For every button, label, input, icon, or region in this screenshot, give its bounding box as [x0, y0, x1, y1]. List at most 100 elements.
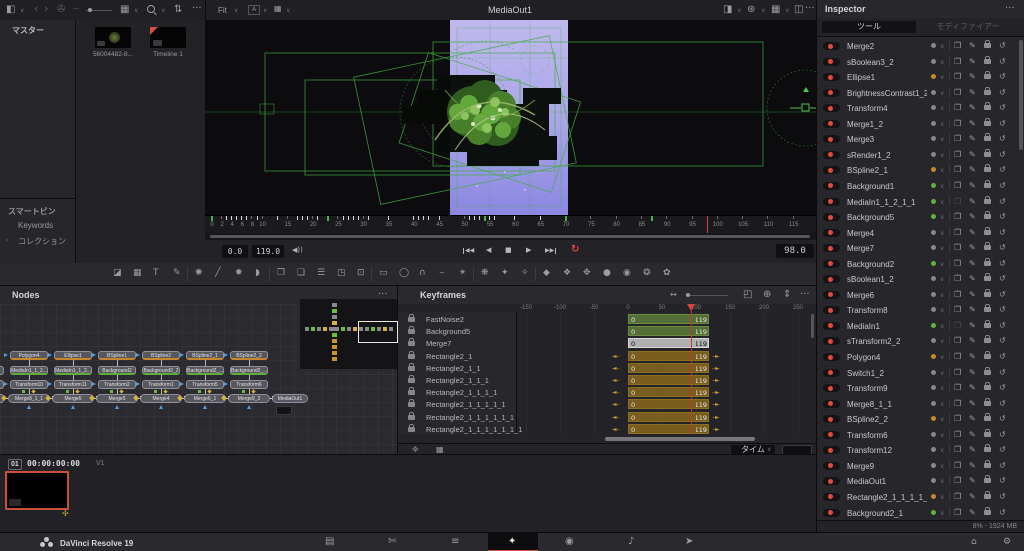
kf-track-bar[interactable]: 0119: [628, 314, 709, 324]
tool-name[interactable]: sTransform2_2: [847, 337, 901, 346]
inspector-row[interactable]: BrightnessContrast1_2∨❐✎↺: [817, 85, 1019, 101]
tool-name[interactable]: Transform6: [847, 431, 888, 440]
chevron-down-icon[interactable]: ∨: [940, 200, 944, 206]
tool-enable-toggle[interactable]: [823, 322, 840, 330]
pin-icon[interactable]: ✎: [969, 73, 976, 81]
paint-tool-icon[interactable]: ✎: [173, 269, 181, 278]
chevron-down-icon[interactable]: ∨: [940, 137, 944, 143]
tool-enable-toggle[interactable]: [823, 166, 840, 174]
collapse-arrow-icon[interactable]: ›: [6, 238, 8, 244]
copy-settings-icon[interactable]: ❐: [954, 213, 961, 221]
tool-name[interactable]: Ellipse1: [847, 73, 875, 82]
inspector-row[interactable]: BSpline2_2∨❐✎↺: [817, 411, 1019, 427]
kf-playhead-line[interactable]: [691, 308, 692, 434]
lock-icon[interactable]: [408, 354, 415, 359]
pspawn-tool-icon[interactable]: ✧: [521, 269, 529, 278]
render-end-field[interactable]: 119.0: [252, 245, 284, 258]
pin-icon[interactable]: ✎: [969, 135, 976, 143]
node-source[interactable]: Background2_2: [142, 366, 180, 375]
tool-enable-toggle[interactable]: [823, 446, 840, 454]
mask-tool-icon[interactable]: ✺: [195, 269, 203, 278]
i3d-tool-icon[interactable]: ❖: [563, 269, 571, 278]
reset-icon[interactable]: ↺: [999, 291, 1006, 299]
lock-icon[interactable]: [984, 354, 991, 359]
sp3d-tool-icon[interactable]: ✿: [663, 269, 671, 278]
go-to-first-frame-button[interactable]: ◀◀: [463, 248, 474, 254]
page-fusion-icon[interactable]: ✦: [508, 537, 516, 547]
chevron-down-icon[interactable]: ∨: [940, 495, 944, 501]
kf-fit-icon[interactable]: ↔: [670, 291, 677, 299]
reset-icon[interactable]: ↺: [999, 73, 1006, 81]
lock-icon[interactable]: [984, 292, 991, 297]
inspector-row[interactable]: Merge3∨❐✎↺: [817, 131, 1019, 147]
reset-icon[interactable]: ↺: [999, 369, 1006, 377]
forward-icon[interactable]: ›: [44, 3, 48, 14]
chevron-down-icon[interactable]: ∨: [940, 386, 944, 392]
chevron-down-icon[interactable]: ∨: [940, 246, 944, 252]
lock-icon[interactable]: [984, 214, 991, 219]
tool-enable-toggle[interactable]: [823, 477, 840, 485]
inspector-scrollbar[interactable]: [1019, 40, 1023, 150]
split-view-icon[interactable]: ▦: [274, 5, 282, 13]
lock-icon[interactable]: [408, 341, 415, 346]
pin-icon[interactable]: ✎: [969, 260, 976, 268]
tab-tools[interactable]: ツール: [822, 21, 916, 33]
drop-tool-icon[interactable]: ◗: [255, 269, 260, 278]
chevron-down-icon[interactable]: ∨: [940, 153, 944, 159]
pin-icon[interactable]: ✎: [969, 182, 976, 190]
layers-tool-icon[interactable]: ☰: [317, 269, 325, 278]
tool-enable-toggle[interactable]: [823, 58, 840, 66]
copy-settings-icon[interactable]: ❐: [954, 477, 961, 485]
kf-track-name[interactable]: Rectangle2_1_1_1_1_1_1: [426, 413, 514, 422]
tool-name[interactable]: Background5: [847, 213, 894, 222]
tool-name[interactable]: BrightnessContrast1_2: [847, 89, 927, 98]
rect-tool-icon[interactable]: ▭: [379, 269, 388, 278]
pin-icon[interactable]: ✎: [969, 244, 976, 252]
lock-icon[interactable]: [984, 121, 991, 126]
active-clip-thumbnail[interactable]: [5, 471, 69, 510]
tool-enable-toggle[interactable]: [823, 384, 840, 392]
copy-settings-icon[interactable]: ❐: [954, 322, 961, 330]
copy-settings-icon[interactable]: ❐: [954, 198, 961, 206]
render-start-field[interactable]: 0.0: [222, 245, 248, 258]
zoom-fit-dropdown[interactable]: Fit: [218, 6, 227, 15]
chevron-down-icon[interactable]: ∨: [940, 91, 944, 97]
chevron-down-icon[interactable]: ∨: [940, 355, 944, 361]
text-tool-icon[interactable]: T: [153, 269, 159, 278]
chevron-down-icon[interactable]: ∨: [940, 339, 944, 345]
tool-name[interactable]: Merge2: [847, 42, 874, 51]
reset-icon[interactable]: ↺: [999, 89, 1006, 97]
copy-settings-icon[interactable]: ❐: [954, 42, 961, 50]
inspector-row[interactable]: Transform9∨❐✎↺: [817, 380, 1019, 396]
keyframes-ruler[interactable]: -150-100-50050100150200250: [398, 304, 816, 312]
lock-icon[interactable]: [984, 90, 991, 95]
tool-name[interactable]: Transform12: [847, 446, 892, 455]
lock-icon[interactable]: [408, 317, 415, 322]
dual-viewer-icon[interactable]: ◫: [794, 5, 803, 15]
copy-settings-icon[interactable]: ❐: [954, 462, 961, 470]
tool-name[interactable]: Transform9: [847, 384, 888, 393]
pin-icon[interactable]: ✎: [969, 322, 976, 330]
kf-sort-icon[interactable]: ⇕: [783, 290, 791, 300]
reset-icon[interactable]: ↺: [999, 462, 1006, 470]
inspector-row[interactable]: Merge2∨❐✎↺: [817, 38, 1019, 54]
inspector-row[interactable]: Merge8_1_1∨❐✎↺: [817, 396, 1019, 412]
pin-icon[interactable]: ✎: [969, 384, 976, 392]
loop-button[interactable]: ↻: [571, 245, 579, 255]
chevron-down-icon[interactable]: ∨: [940, 433, 944, 439]
lock-icon[interactable]: [984, 323, 991, 328]
node-source[interactable]: Background2: [98, 366, 136, 375]
reset-icon[interactable]: ↺: [999, 244, 1006, 252]
kf-track-bar[interactable]: 0119: [628, 326, 709, 336]
reset-icon[interactable]: ↺: [999, 509, 1006, 517]
tool-enable-toggle[interactable]: [823, 400, 840, 408]
copy-settings-icon[interactable]: ❐: [954, 120, 961, 128]
chevron-down-icon[interactable]: ∨: [761, 8, 765, 14]
kf-track-name[interactable]: Rectangle2_1_1: [426, 364, 481, 373]
lock-icon[interactable]: [984, 136, 991, 141]
chevron-down-icon[interactable]: ∨: [940, 44, 944, 50]
chevron-down-icon[interactable]: ∨: [785, 8, 789, 14]
sort-icon[interactable]: ⇅: [174, 5, 182, 15]
copy-settings-icon[interactable]: ❐: [954, 182, 961, 190]
reset-icon[interactable]: ↺: [999, 477, 1006, 485]
